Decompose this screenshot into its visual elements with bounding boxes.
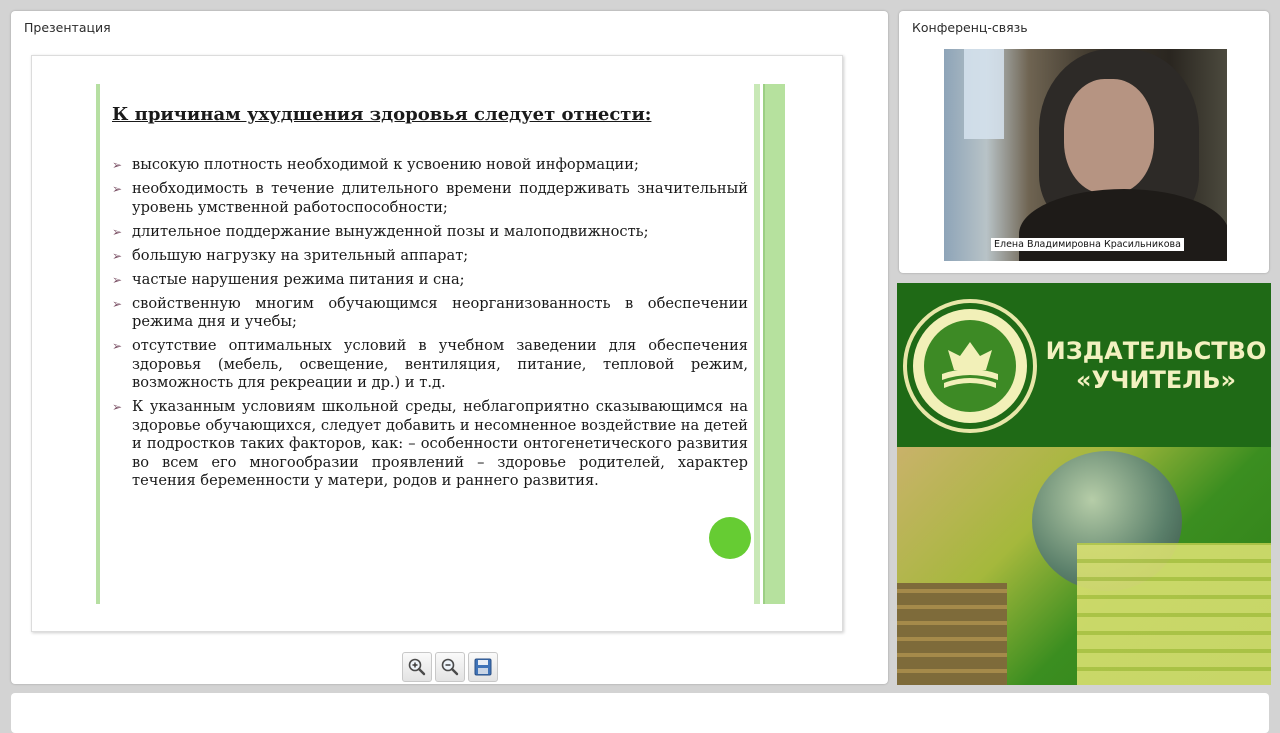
slide-right-decor-bar xyxy=(754,84,760,604)
presentation-panel-title: Презентация xyxy=(24,20,111,35)
bullet-arrow-icon: ➢ xyxy=(112,400,123,414)
bullet-arrow-icon: ➢ xyxy=(112,248,123,263)
slide-bullet-text: необходимость в течение длительного врем… xyxy=(132,180,748,216)
bullet-arrow-icon: ➢ xyxy=(112,158,123,172)
slide-bullet: ➢ высокую плотность необходимой к усвоени… xyxy=(112,156,748,175)
slide-bullet-text: свойственную многим обучающимся неоргани… xyxy=(132,294,748,331)
presentation-slide: К причинам ухудшения здоровья следует от… xyxy=(31,55,843,632)
zoom-in-icon xyxy=(408,658,426,676)
slide-bullet: ➢ отсутствие оптимальных условий в учебно… xyxy=(112,337,748,393)
slide-bullet-text: высокую плотность необходимой к усвоению… xyxy=(132,156,639,173)
slide-bullet-text: длительное поддержание вынужденной позы … xyxy=(132,222,649,240)
slide-bullet: ➢ свойственную многим обучающимся неорган… xyxy=(112,295,748,332)
zoom-in-button[interactable] xyxy=(402,652,432,682)
bullet-arrow-icon: ➢ xyxy=(112,182,123,196)
slide-bullet-text: частые нарушения режима питания и сна; xyxy=(132,270,465,288)
slide-bullet-list: ➢ высокую плотность необходимой к усвоени… xyxy=(112,156,748,496)
zoom-out-icon xyxy=(441,658,459,676)
slide-bullet: ➢ необходимость в течение длительного вре… xyxy=(112,180,748,217)
bullet-arrow-icon: ➢ xyxy=(112,339,123,353)
publisher-name-line2: «УЧИТЕЛЬ» xyxy=(1076,366,1236,394)
video-background-window xyxy=(964,49,1004,139)
slide-bullet-text: большую нагрузку на зрительный аппарат; xyxy=(132,246,469,264)
slide-green-dot xyxy=(709,517,751,559)
bullet-arrow-icon: ➢ xyxy=(112,296,123,311)
zoom-out-button[interactable] xyxy=(435,652,465,682)
slide-bullet: ➢ длительное поддержание вынужденной позы… xyxy=(112,223,748,242)
slide-left-decor-line xyxy=(96,84,100,604)
slide-heading: К причинам ухудшения здоровья следует от… xyxy=(112,104,652,125)
bullet-arrow-icon: ➢ xyxy=(112,272,123,287)
publisher-banner-header: ИЗДАТЕЛЬСТВО «УЧИТЕЛЬ» xyxy=(897,283,1271,447)
bullet-arrow-icon: ➢ xyxy=(112,224,123,239)
slide-bullet: ➢ частые нарушения режима питания и сна; xyxy=(112,271,748,290)
slide-bullet-text: отсутствие оптимальных условий в учебном… xyxy=(132,337,748,391)
bottom-bar xyxy=(11,693,1269,733)
save-button[interactable] xyxy=(468,652,498,682)
books-stack-left-image xyxy=(897,583,1007,685)
conference-panel-title: Конференц-связь xyxy=(912,20,1028,35)
publisher-banner[interactable]: ИЗДАТЕЛЬСТВО «УЧИТЕЛЬ» xyxy=(897,283,1271,685)
conference-panel: Конференц-связь Елена Владимировна Краси… xyxy=(899,11,1269,273)
book-emblem-icon xyxy=(942,342,998,388)
participant-name-label: Елена Владимировна Красильникова xyxy=(991,238,1184,251)
presentation-panel: Презентация К причинам ухудшения здоровь… xyxy=(11,11,888,684)
publisher-logo-book-icon xyxy=(924,320,1016,412)
slide-bullet-text: К указанным условиям школьной среды, неб… xyxy=(132,398,748,489)
participant-video[interactable]: Елена Владимировна Красильникова xyxy=(944,49,1227,261)
slide-bullet: ➢ К указанным условиям школьной среды, не… xyxy=(112,398,748,491)
publisher-name-line1: ИЗДАТЕЛЬСТВО xyxy=(1045,337,1267,365)
slide-right-decor-bar-wide xyxy=(763,84,785,604)
save-icon xyxy=(474,658,492,676)
video-person-face xyxy=(1064,79,1154,194)
books-stack-image xyxy=(1077,543,1271,685)
publisher-name: ИЗДАТЕЛЬСТВО «УЧИТЕЛЬ» xyxy=(1043,337,1269,395)
slide-bullet: ➢ большую нагрузку на зрительный аппарат; xyxy=(112,247,748,266)
